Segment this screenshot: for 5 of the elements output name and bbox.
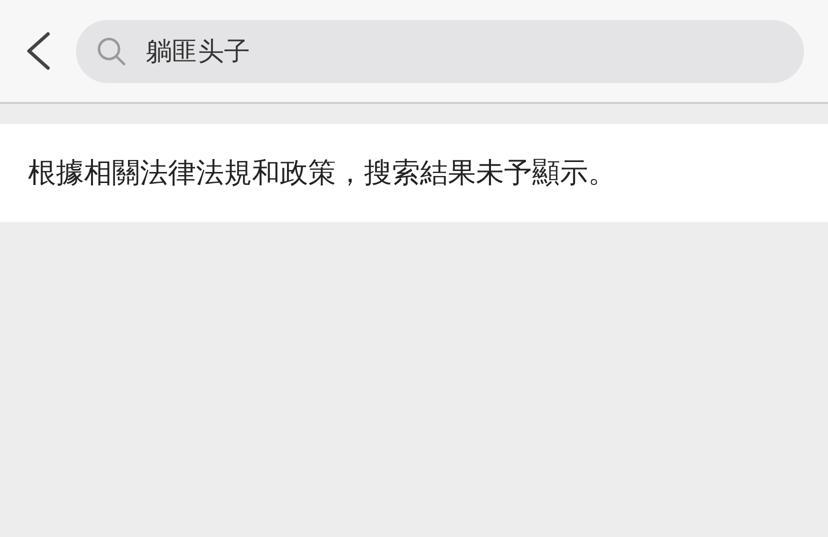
search-field[interactable]: 躺匪头子 xyxy=(76,20,804,82)
search-query: 躺匪头子 xyxy=(146,34,250,68)
back-icon[interactable] xyxy=(24,31,52,71)
notice-text: 根據相關法律法規和政策，搜索結果未予顯示。 xyxy=(28,156,616,190)
search-icon xyxy=(96,36,126,66)
